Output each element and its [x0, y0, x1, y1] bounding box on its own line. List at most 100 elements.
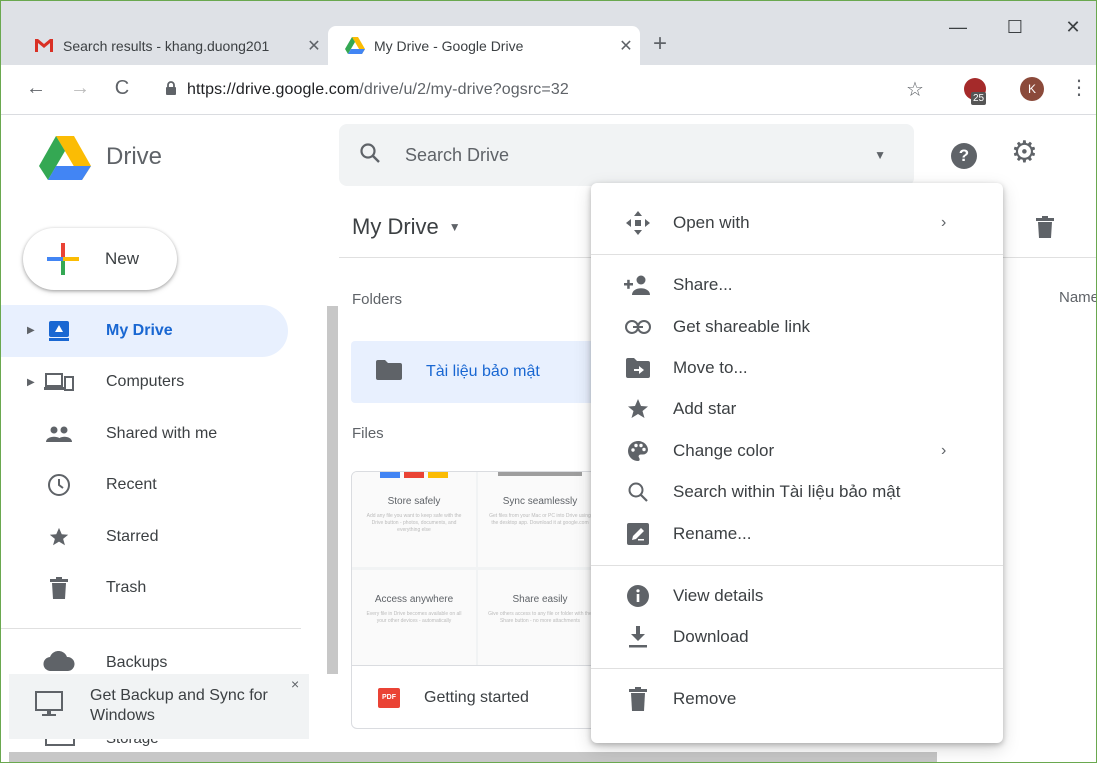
search-bar[interactable]: Search Drive ▼: [339, 124, 914, 186]
new-tab-button[interactable]: +: [653, 32, 667, 56]
menu-item-label: View details: [673, 586, 764, 605]
address-bar[interactable]: https://drive.google.com/drive/u/2/my-dr…: [151, 72, 941, 108]
rename-icon: [623, 519, 653, 549]
menu-item-remove[interactable]: Remove: [591, 679, 1003, 719]
expand-arrow-icon[interactable]: ▶: [27, 325, 35, 336]
palette-icon: [623, 436, 653, 466]
thumbnail-desc: Get files from your Mac or PC into Drive…: [489, 513, 591, 526]
extension-badge: 25: [971, 92, 987, 105]
thumbnail-cell: Sync seamlessly Get files from your Mac …: [478, 472, 600, 567]
sidebar-item-starred[interactable]: Starred: [1, 511, 301, 563]
close-icon[interactable]: ×: [291, 676, 299, 692]
menu-item-rename[interactable]: Rename...: [591, 514, 1003, 554]
menu-item-move-to[interactable]: Move to...: [591, 348, 1003, 388]
menu-item-open-with[interactable]: Open with ›: [591, 203, 1003, 243]
menu-item-share[interactable]: Share...: [591, 265, 1003, 305]
menu-item-view-details[interactable]: View details: [591, 576, 1003, 616]
thumbnail-desc: Every file in Drive becomes available on…: [366, 611, 462, 624]
sidebar-item-computers[interactable]: ▶ Computers: [1, 357, 301, 409]
sidebar-item-my-drive[interactable]: ▶ My Drive: [1, 305, 288, 357]
sidebar-scrollbar[interactable]: [327, 306, 338, 674]
sidebar-item-label: My Drive: [106, 321, 173, 339]
tab-close-icon[interactable]: ✕: [300, 36, 328, 56]
backup-sync-banner[interactable]: Get Backup and Sync for Windows ×: [9, 674, 309, 739]
sidebar-item-shared-with-me[interactable]: Shared with me: [1, 408, 301, 460]
sidebar-item-trash[interactable]: Trash: [1, 563, 301, 615]
reload-icon[interactable]: C: [109, 77, 135, 100]
google-drive-logo-icon[interactable]: [39, 136, 91, 180]
link-icon: [623, 312, 653, 342]
move-folder-icon: [623, 353, 653, 383]
menu-separator: [591, 668, 1003, 669]
sidebar-item-label: Recent: [106, 476, 157, 494]
help-icon[interactable]: ?: [951, 143, 977, 169]
gmail-icon: [33, 37, 55, 55]
tab-title: Search results - khang.duong201: [63, 37, 270, 54]
tab-gmail[interactable]: Search results - khang.duong201 ✕: [23, 26, 328, 65]
my-drive-icon: [41, 317, 77, 345]
file-card[interactable]: Store safely Add any file you want to ke…: [351, 471, 601, 729]
url-host: https://drive.google.com: [187, 81, 360, 98]
sidebar-item-label: Shared with me: [106, 424, 218, 442]
new-button-label: New: [105, 249, 140, 268]
horizontal-scrollbar[interactable]: [9, 752, 937, 762]
menu-item-label: Change color: [673, 441, 775, 460]
thumbnail-bar-red: [404, 472, 424, 478]
tab-drive[interactable]: My Drive - Google Drive ✕: [328, 26, 640, 65]
sidebar-item-label: Trash: [106, 579, 147, 597]
page-title[interactable]: My Drive ▼: [352, 214, 461, 240]
tab-title: My Drive - Google Drive: [374, 37, 524, 54]
folder-card[interactable]: Tài liệu bảo mật: [351, 341, 601, 403]
menu-item-label: Open with: [673, 213, 750, 232]
bookmark-star-icon[interactable]: ☆: [906, 77, 924, 102]
computers-icon: [41, 368, 77, 396]
maximize-button[interactable]: ☐: [995, 17, 1035, 38]
menu-item-label: Add star: [673, 399, 737, 418]
thumbnail-title: Share easily: [512, 594, 568, 605]
download-icon: [623, 622, 653, 652]
menu-item-download[interactable]: Download: [591, 617, 1003, 657]
tab-close-icon[interactable]: ✕: [612, 36, 640, 56]
search-options-icon[interactable]: ▼: [874, 148, 886, 162]
sidebar-nav: ▶ My Drive ▶ Computers Shared with me Re…: [1, 305, 301, 614]
star-icon: [41, 523, 77, 551]
new-button[interactable]: New: [23, 228, 177, 290]
minimize-button[interactable]: —: [938, 17, 978, 38]
thumbnail-desc: Add any file you want to keep safe with …: [366, 513, 462, 533]
forward-icon[interactable]: →: [67, 77, 93, 100]
menu-item-change-color[interactable]: Change color ›: [591, 431, 1003, 471]
move-arrows-icon: [623, 208, 653, 238]
search-input[interactable]: Search Drive: [405, 145, 874, 166]
thumbnail-desc: Give others access to any file or folder…: [488, 611, 592, 624]
gear-icon[interactable]: ⚙: [1011, 138, 1038, 168]
page-title-text: My Drive: [352, 214, 439, 239]
menu-item-label: Download: [673, 627, 749, 646]
banner-text: Get Backup and Sync for Windows: [90, 687, 268, 724]
menu-item-get-link[interactable]: Get shareable link: [591, 307, 1003, 347]
caret-down-icon: ▼: [448, 220, 461, 234]
thumbnail-bar-yellow: [428, 472, 448, 478]
thumbnail-title: Store safely: [387, 496, 441, 507]
thumbnail-bar-blue: [380, 472, 400, 478]
more-menu-icon[interactable]: ⋮: [1069, 75, 1089, 100]
browser-toolbar: ← → C https://drive.google.com/drive/u/2…: [1, 65, 1096, 115]
thumbnail-bar-gray: [498, 472, 582, 476]
file-thumbnail: Store safely Add any file you want to ke…: [352, 472, 600, 665]
close-window-button[interactable]: ✕: [1053, 17, 1093, 38]
url-text: https://drive.google.com/drive/u/2/my-dr…: [187, 81, 569, 99]
file-footer: PDF Getting started: [352, 665, 600, 728]
star-icon: [623, 394, 653, 424]
trash-icon[interactable]: [1036, 216, 1054, 243]
submenu-arrow-icon: ›: [941, 214, 947, 231]
sidebar-item-recent[interactable]: Recent: [1, 460, 301, 512]
drive-logo-text[interactable]: Drive: [106, 143, 162, 171]
back-icon[interactable]: ←: [23, 77, 49, 100]
menu-item-search-within[interactable]: Search within Tài liệu bảo mật: [591, 472, 1003, 512]
expand-arrow-icon[interactable]: ▶: [27, 377, 35, 388]
url-path: /drive/u/2/my-drive?ogsrc=32: [359, 81, 569, 98]
name-column-header[interactable]: Name: [1059, 289, 1096, 306]
menu-item-add-star[interactable]: Add star: [591, 389, 1003, 429]
google-drive-icon: [344, 36, 366, 55]
profile-avatar[interactable]: K: [1020, 77, 1044, 101]
info-icon: [623, 581, 653, 611]
